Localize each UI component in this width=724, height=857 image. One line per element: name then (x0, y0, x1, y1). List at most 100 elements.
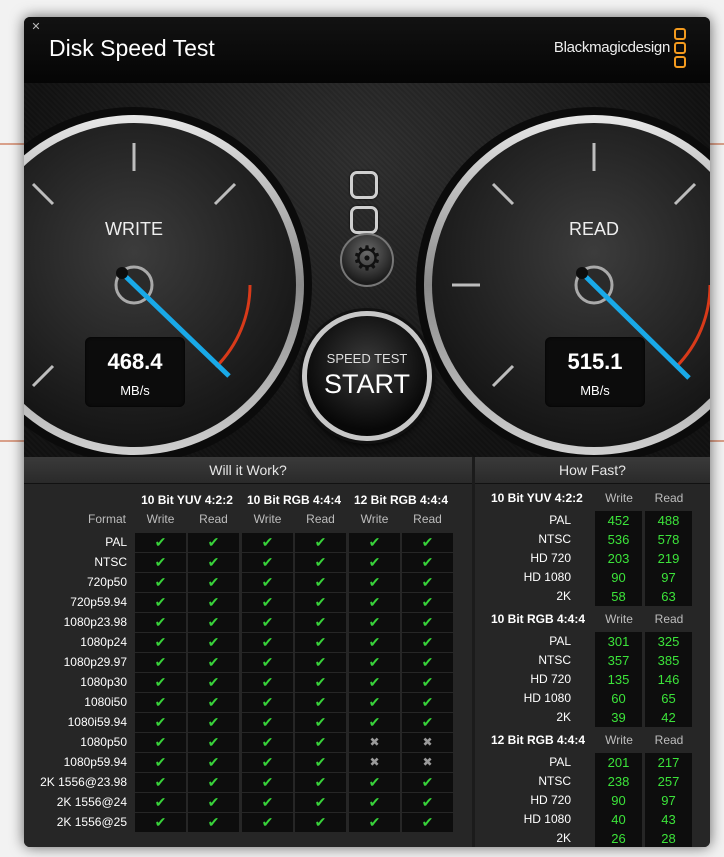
write-subheader: Write (360, 512, 389, 526)
status-light (350, 206, 378, 234)
format-name: 2K 1556@24 (56, 795, 127, 809)
format-name: 1080p23.98 (63, 615, 127, 629)
checkmark-icon: ✔ (242, 613, 293, 632)
start-button-label: START (323, 369, 410, 399)
format-name: PAL (549, 513, 571, 527)
table-row: 1080p24 ✔ ✔ ✔ ✔ ✔ ✔ (29, 633, 459, 652)
checkmark-icon: ✔ (135, 673, 186, 692)
gauge-area: WRITE READ 468.4 MB/s 515.1 MB/s ⚙ SPEED… (24, 83, 710, 457)
format-name: HD 1080 (523, 812, 571, 826)
group-header: 10 Bit YUV 4:2:2 (141, 493, 233, 507)
checkmark-icon: ✔ (188, 753, 239, 772)
write-speed-value: 468.4 (107, 349, 163, 374)
table-row: 1080p29.97 ✔ ✔ ✔ ✔ ✔ ✔ (29, 653, 459, 672)
format-name: PAL (549, 755, 571, 769)
table-row: 1080p23.98 ✔ ✔ ✔ ✔ ✔ ✔ (29, 613, 459, 632)
checkmark-icon: ✔ (188, 613, 239, 632)
checkmark-icon: ✔ (402, 813, 453, 832)
checkmark-icon: ✔ (242, 533, 293, 552)
checkmark-icon: ✔ (295, 613, 346, 632)
checkmark-icon: ✔ (349, 533, 400, 552)
table-row: 2K 1556@25 ✔ ✔ ✔ ✔ ✔ ✔ (29, 813, 459, 832)
table-row: PAL ✔ ✔ ✔ ✔ ✔ ✔ (29, 533, 459, 552)
checkmark-icon: ✔ (402, 533, 453, 552)
format-name: HD 1080 (523, 691, 571, 705)
format-name: 1080p30 (80, 675, 127, 689)
checkmark-icon: ✔ (295, 673, 346, 692)
checkmark-icon: ✔ (349, 613, 400, 632)
table-row: 1080p30 ✔ ✔ ✔ ✔ ✔ ✔ (29, 673, 459, 692)
format-name: 1080i50 (84, 695, 127, 709)
format-name: PAL (549, 634, 571, 648)
checkmark-icon: ✔ (188, 533, 239, 552)
checkmark-icon: ✔ (242, 813, 293, 832)
format-name: HD 1080 (523, 570, 571, 584)
start-button-caption: SPEED TEST (326, 351, 408, 366)
read-readout: 515.1 MB/s (545, 337, 645, 407)
read-speed-unit: MB/s (580, 383, 610, 398)
how-fast-title: How Fast? (475, 457, 710, 484)
read-subheader: Read (199, 512, 228, 526)
read-fps-value: 146 (645, 670, 692, 689)
status-light (350, 171, 378, 199)
format-name: HD 720 (530, 551, 571, 565)
window-title: Disk Speed Test (49, 35, 215, 61)
checkmark-icon: ✔ (135, 733, 186, 752)
table-row: PAL 201 217 (475, 753, 700, 772)
read-fps-value: 42 (645, 708, 692, 727)
checkmark-icon: ✔ (188, 733, 239, 752)
format-name: 2K 1556@23.98 (40, 775, 127, 789)
checkmark-icon: ✔ (295, 573, 346, 592)
write-fps-value: 39 (595, 708, 642, 727)
checkmark-icon: ✔ (349, 813, 400, 832)
background-divider (0, 143, 24, 145)
checkmark-icon: ✔ (349, 573, 400, 592)
table-row: 720p50 ✔ ✔ ✔ ✔ ✔ ✔ (29, 573, 459, 592)
checkmark-icon: ✔ (135, 753, 186, 772)
format-name: 1080p24 (80, 635, 127, 649)
format-name: 1080p59.94 (63, 755, 127, 769)
checkmark-icon: ✔ (242, 553, 293, 572)
table-row: NTSC 238 257 (475, 772, 700, 791)
format-name: 2K (556, 589, 571, 603)
will-it-work-title: Will it Work? (24, 457, 472, 484)
cross-icon: ✖ (349, 753, 400, 772)
start-button[interactable]: SPEED TEST START (302, 311, 432, 441)
table-row: HD 1080 60 65 (475, 689, 700, 708)
write-subheader: Write (605, 612, 633, 626)
format-header: Format (88, 512, 127, 526)
checkmark-icon: ✔ (242, 693, 293, 712)
format-name: 1080i59.94 (67, 715, 127, 729)
checkmark-icon: ✔ (242, 753, 293, 772)
format-name: PAL (105, 535, 127, 549)
format-name: NTSC (538, 532, 571, 546)
write-fps-value: 40 (595, 810, 642, 829)
read-fps-value: 65 (645, 689, 692, 708)
table-row: HD 720 135 146 (475, 670, 700, 689)
format-name: 2K (556, 831, 571, 845)
checkmark-icon: ✔ (242, 773, 293, 792)
close-icon[interactable]: ✕ (30, 21, 42, 33)
checkmark-icon: ✔ (135, 533, 186, 552)
checkmark-icon: ✔ (402, 713, 453, 732)
read-fps-value: 578 (645, 530, 692, 549)
checkmark-icon: ✔ (242, 793, 293, 812)
checkmark-icon: ✔ (402, 673, 453, 692)
format-name: HD 720 (530, 793, 571, 807)
checkmark-icon: ✔ (295, 753, 346, 772)
table-row: 1080i59.94 ✔ ✔ ✔ ✔ ✔ ✔ (29, 713, 459, 732)
checkmark-icon: ✔ (242, 573, 293, 592)
write-readout: 468.4 MB/s (85, 337, 185, 407)
how-fast-panel: How Fast? 10 Bit YUV 4:2:2 Write Read PAL 45… (475, 457, 710, 847)
read-fps-value: 488 (645, 511, 692, 530)
checkmark-icon: ✔ (188, 673, 239, 692)
table-row: HD 720 203 219 (475, 549, 700, 568)
checkmark-icon: ✔ (135, 553, 186, 572)
write-fps-value: 135 (595, 670, 642, 689)
checkmark-icon: ✔ (135, 613, 186, 632)
settings-button[interactable]: ⚙ (340, 233, 394, 287)
checkmark-icon: ✔ (135, 573, 186, 592)
checkmark-icon: ✔ (188, 593, 239, 612)
will-it-work-panel: Will it Work? 10 Bit YUV 4:2:2 10 Bit RG… (24, 457, 472, 847)
checkmark-icon: ✔ (295, 653, 346, 672)
